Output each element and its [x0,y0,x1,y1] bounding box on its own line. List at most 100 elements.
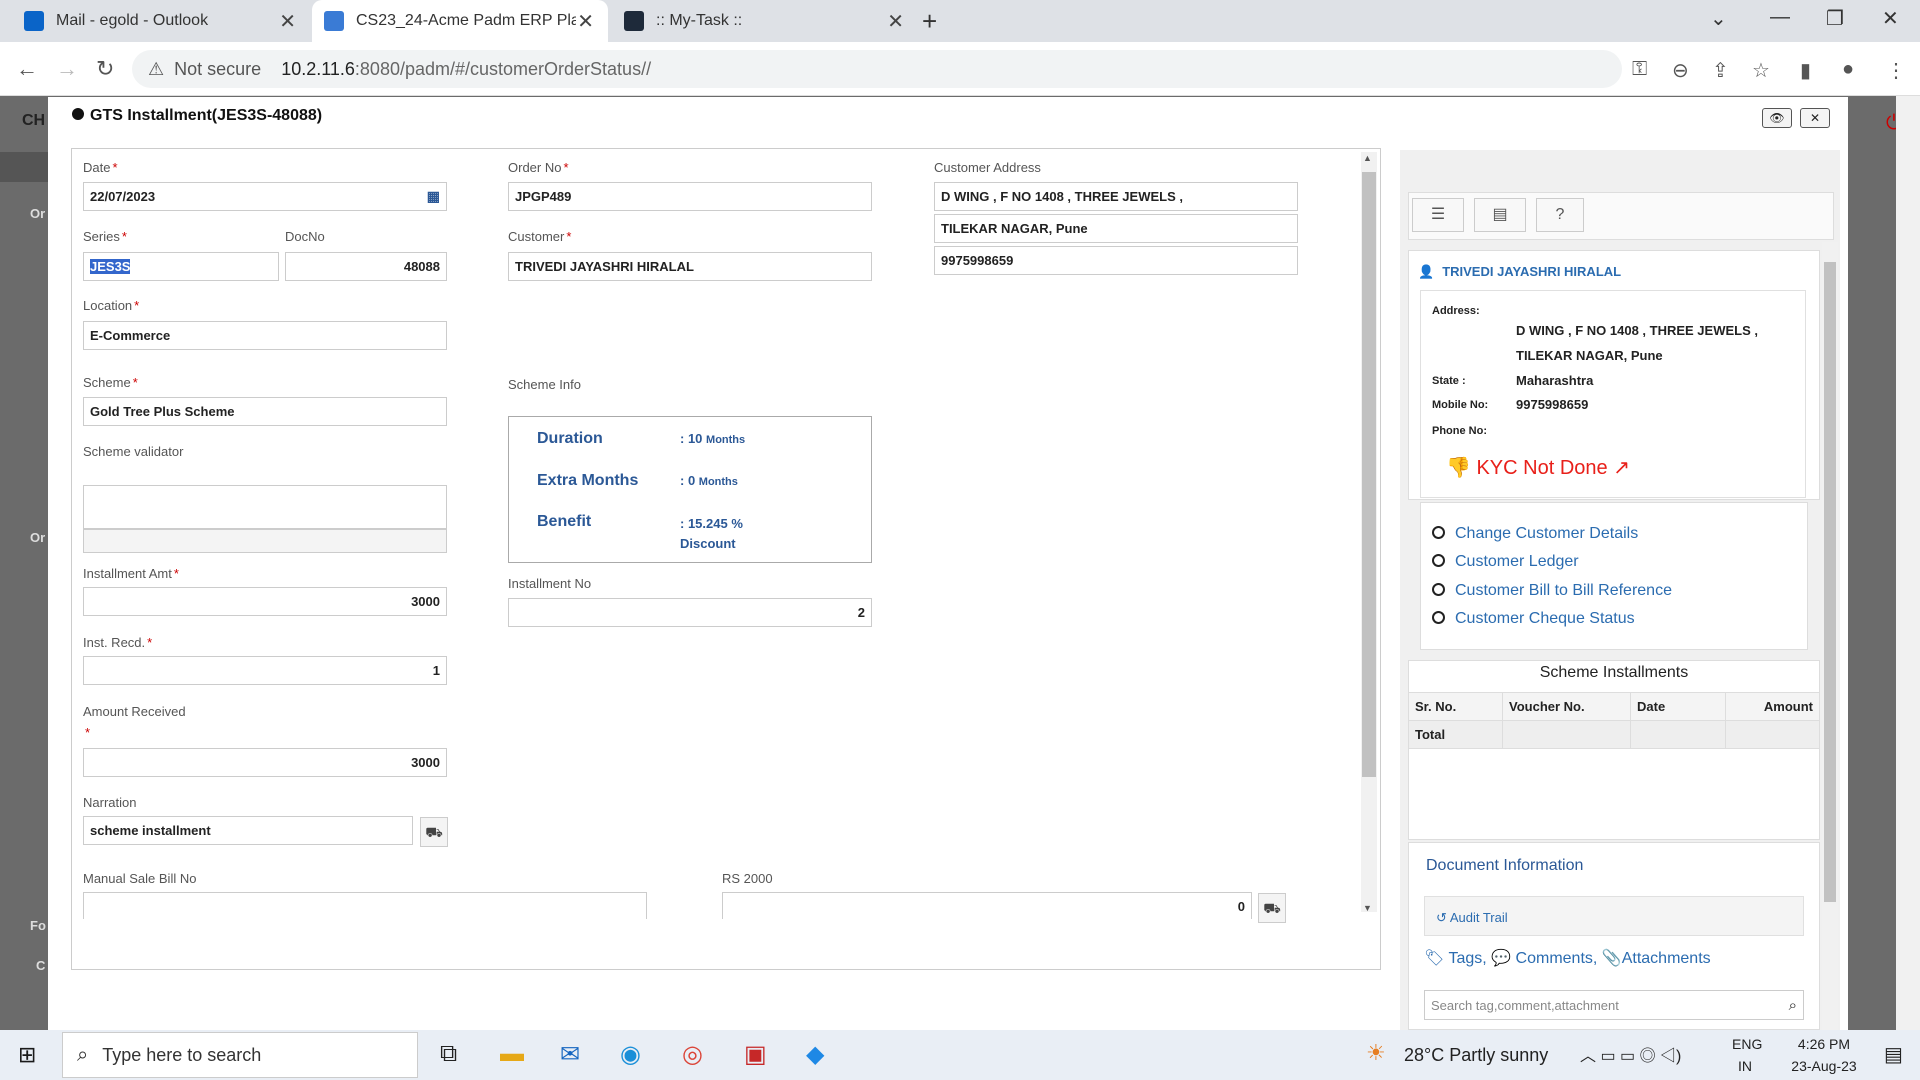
tray-icons[interactable]: ︿ ▭ ▭ ◎ ◁) [1580,1042,1681,1066]
comments-link[interactable]: 💬 Comments, [1491,950,1597,967]
scroll-up-icon[interactable]: ▲ [1363,153,1372,163]
lang-in[interactable]: IN [1738,1058,1752,1074]
scroll-thumb[interactable] [1824,262,1836,902]
minimize-button[interactable]: — [1770,6,1790,29]
rs2000-field[interactable]: 0 [722,892,1252,919]
side-panel-scrollbar[interactable] [1822,242,1838,1030]
address-line1-field[interactable]: D WING , F NO 1408 , THREE JEWELS , [934,182,1298,211]
customer-ledger-link[interactable]: Customer Ledger [1432,553,1579,571]
reload-icon[interactable]: ↻ [96,56,114,82]
series-field[interactable]: JES3S [83,252,279,281]
rs2000-lookup-icon[interactable]: ⛟ [1258,893,1286,923]
chrome-icon[interactable]: ◎ [682,1040,703,1069]
eye-toggle-button[interactable]: 👁 [1762,108,1792,128]
installment-no-label: Installment No [508,576,592,591]
close-tab-icon[interactable]: ✕ [887,9,918,34]
profile-icon[interactable]: ● [1842,58,1854,81]
narration-field[interactable]: scheme installment [83,816,413,845]
close-tab-icon[interactable]: ✕ [279,9,310,34]
forward-icon[interactable]: → [56,56,78,82]
amount-received-label: Amount Received [83,704,186,719]
menu-kebab-icon[interactable]: ⋮ [1886,58,1906,83]
react-icon [624,11,644,31]
col-sr-no: Sr. No. [1408,692,1503,721]
scroll-down-icon[interactable]: ▼ [1363,903,1372,913]
col-voucher-no: Voucher No. [1502,692,1631,721]
key-icon[interactable]: ⚿ [1632,58,1647,81]
date-field[interactable]: 22/07/2023 ▦ [83,182,447,211]
kyc-status[interactable]: 👎 KYC Not Done ↗ [1446,455,1630,480]
address-line3-field[interactable]: 9975998659 [934,246,1298,275]
close-tab-icon[interactable]: ✕ [577,9,608,34]
scheme-label: Scheme * [83,375,138,390]
new-tab-button[interactable]: + [922,6,937,37]
tab-erp[interactable]: CS23_24-Acme Padm ERP Platfor ✕ [312,0,608,42]
installment-amt-field[interactable]: 3000 [83,587,447,616]
edge-icon[interactable]: ◉ [620,1040,641,1069]
page-scrollbar[interactable] [1896,96,1920,1030]
list-view-icon[interactable]: ☰ [1412,198,1464,232]
scroll-thumb[interactable] [1362,172,1376,777]
scheme-field[interactable]: Gold Tree Plus Scheme [83,397,447,426]
inst-recd-field[interactable]: 1 [83,656,447,685]
amount-received-field[interactable]: 3000 [83,748,447,777]
zoom-icon[interactable]: ⊖ [1672,58,1689,83]
comment-icon: 💬 [1491,950,1512,967]
address-bar[interactable]: ⚠ Not secure 10.2.11.6 :8080/padm/#/cust… [132,50,1622,88]
search-icon[interactable]: ⌕ [1789,997,1797,1014]
clock-date[interactable]: 23-Aug-23 [1776,1058,1872,1074]
windows-start-icon[interactable]: ⊞ [18,1042,36,1068]
customer-field[interactable]: TRIVEDI JAYASHRI HIRALAL [508,252,872,281]
file-explorer-icon[interactable]: ▬ [500,1040,524,1068]
address-line2-field[interactable]: TILEKAR NAGAR, Pune [934,214,1298,243]
background-toolbar [0,152,48,182]
change-customer-details-link[interactable]: Change Customer Details [1432,525,1638,543]
close-window-button[interactable]: ✕ [1882,6,1899,31]
scheme-info-label: Scheme Info [508,377,581,392]
calendar-icon[interactable]: ▦ [427,188,440,205]
mail-icon[interactable]: ✉ [560,1040,580,1069]
customer-name[interactable]: 👤 TRIVEDI JAYASHRI HIRALAL [1418,264,1621,280]
table-total-row: Total [1408,720,1820,749]
task-view-icon[interactable]: ⧉ [440,1040,457,1068]
manual-sale-bill-label: Manual Sale Bill No [83,871,197,886]
side-panel-icon[interactable]: ▮ [1800,58,1811,83]
bookmark-star-icon[interactable]: ☆ [1752,58,1770,83]
tags-link[interactable]: 🏷 Tags, [1424,950,1487,967]
clock-time[interactable]: 4:26 PM [1784,1036,1864,1052]
tab-search-icon[interactable]: ⌄ [1710,6,1727,31]
tab-my-task[interactable]: :: My-Task :: ✕ [612,0,918,42]
cheque-status-link[interactable]: Customer Cheque Status [1432,610,1635,628]
weather-icon[interactable]: ☀ [1366,1040,1386,1066]
tab-outlook[interactable]: Mail - egold - Outlook ✕ [0,0,310,42]
modal-close-button[interactable]: ✕ [1800,108,1830,128]
book-icon[interactable]: ▤ [1474,198,1526,232]
back-icon[interactable]: ← [16,56,38,82]
share-icon[interactable]: ⇪ [1712,58,1729,83]
notifications-icon[interactable]: ▤ [1884,1042,1903,1067]
taskbar-search[interactable]: ⌕ Type here to search [62,1032,418,1078]
order-no-field[interactable]: JPGP489 [508,182,872,211]
address-label: Address: [1432,305,1480,317]
erp-icon [324,11,344,31]
installment-no-field[interactable]: 2 [508,598,872,627]
location-field[interactable]: E-Commerce [83,321,447,350]
bill-to-bill-link[interactable]: Customer Bill to Bill Reference [1432,582,1672,600]
help-icon[interactable]: ? [1536,198,1584,232]
narration-lookup-icon[interactable]: ⛟ [420,817,448,847]
lang-eng[interactable]: ENG [1732,1036,1762,1052]
manual-sale-bill-field[interactable] [83,892,647,919]
tag-search-input[interactable]: Search tag,comment,attachment ⌕ [1424,990,1804,1020]
weather-text[interactable]: 28°C Partly sunny [1404,1045,1548,1066]
address-line1: D WING , F NO 1408 , THREE JEWELS , [1516,323,1758,338]
background-label: C [36,958,46,973]
app-icon-2[interactable]: ◆ [806,1040,824,1069]
app-icon[interactable]: ▣ [744,1040,767,1069]
attachments-link[interactable]: 📎Attachments [1602,950,1711,967]
maximize-button[interactable]: ❐ [1826,6,1844,31]
scheme-validator-field[interactable] [83,485,447,529]
form-scrollbar[interactable] [1361,152,1377,912]
side-toolbar [1408,192,1834,240]
docno-field[interactable]: 48088 [285,252,447,281]
audit-trail-link[interactable]: ↺ Audit Trail [1436,910,1508,926]
